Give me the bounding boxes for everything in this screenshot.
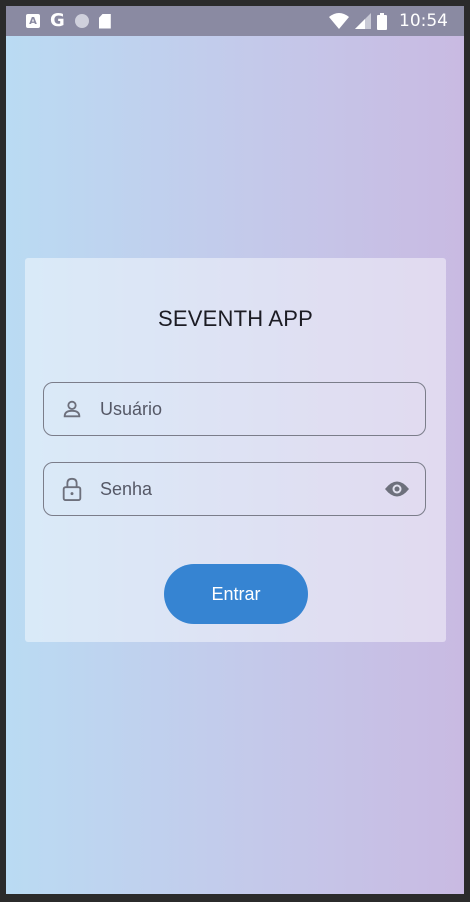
- lock-icon: [60, 477, 84, 501]
- person-icon: [60, 397, 84, 421]
- eye-icon[interactable]: [383, 477, 411, 501]
- status-right-icons: 10:54: [329, 11, 448, 31]
- password-input[interactable]: [100, 478, 383, 500]
- username-field[interactable]: [43, 382, 426, 436]
- status-left-icons: A G: [26, 12, 111, 30]
- login-button[interactable]: Entrar: [164, 564, 308, 624]
- google-icon: G: [50, 10, 65, 31]
- app-title: SEVENTH APP: [157, 306, 314, 331]
- wifi-icon: [329, 13, 349, 29]
- battery-icon: [377, 12, 387, 30]
- sd-card-icon: [98, 13, 111, 29]
- login-screen: SEVENTH APP Usuário Entrar: [6, 36, 464, 894]
- username-input[interactable]: [100, 398, 425, 420]
- signal-icon: [355, 13, 371, 29]
- status-clock: 10:54: [399, 11, 448, 31]
- a-notification-icon: A: [26, 14, 40, 28]
- status-bar: A G 10:54: [6, 6, 464, 36]
- login-card: SEVENTH APP Usuário Entrar: [25, 258, 446, 642]
- circle-icon: [74, 14, 89, 28]
- password-field[interactable]: [43, 462, 426, 516]
- device-frame: A G 10:54 SEVENTH APP Usuário Entrar: [6, 6, 464, 894]
